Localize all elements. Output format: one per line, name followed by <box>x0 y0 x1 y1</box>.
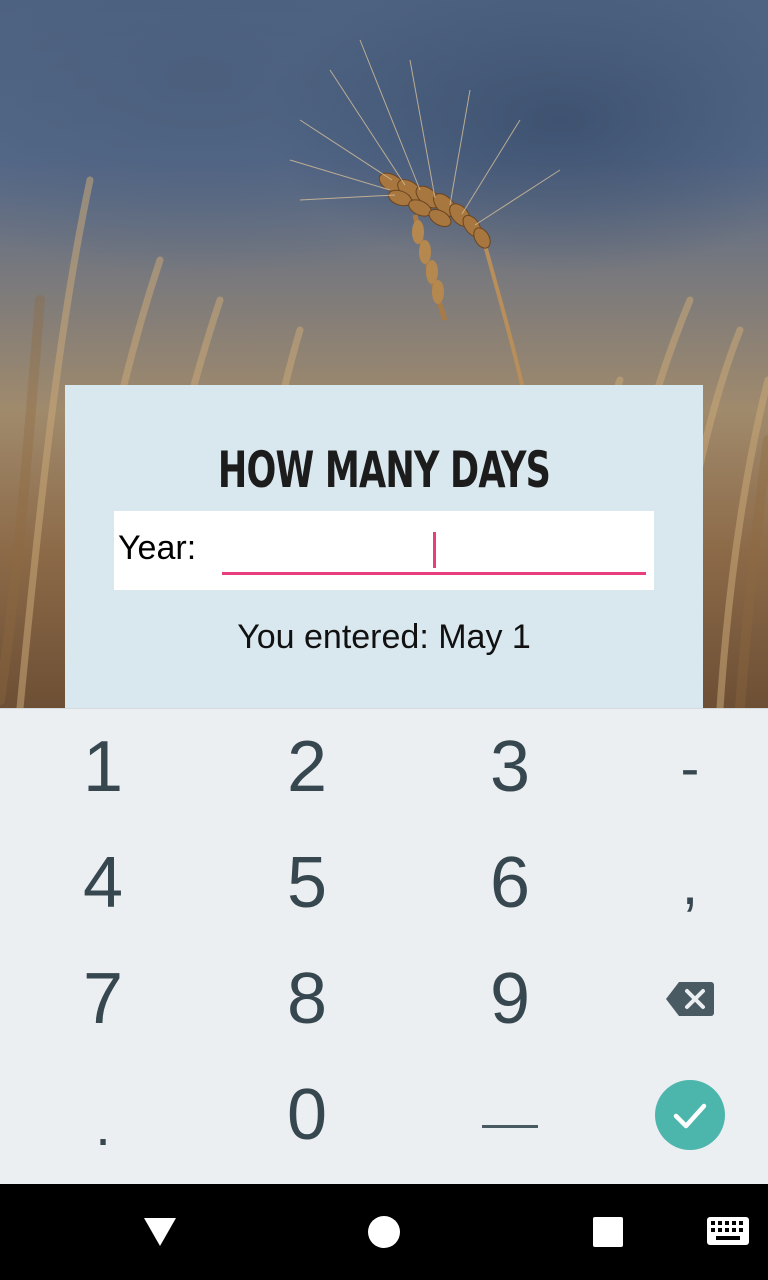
key-3-label: 3 <box>489 727 531 807</box>
space-bar-icon <box>482 1125 538 1128</box>
key-6[interactable]: 6 <box>425 825 595 941</box>
key-4[interactable]: 4 <box>18 825 188 941</box>
keyboard-icon[interactable] <box>706 1215 750 1249</box>
recents-icon[interactable] <box>588 1212 628 1252</box>
key-minus-label: - <box>680 735 700 799</box>
key-1[interactable]: 1 <box>18 709 188 825</box>
space-key[interactable] <box>425 1057 595 1173</box>
system-navigation-bar <box>0 1184 768 1280</box>
key-8[interactable]: 8 <box>222 941 392 1057</box>
key-comma[interactable]: , <box>605 825 768 941</box>
key-8-label: 8 <box>286 959 328 1039</box>
key-3[interactable]: 3 <box>425 709 595 825</box>
key-2-label: 2 <box>286 727 328 807</box>
key-6-label: 6 <box>489 843 531 923</box>
key-7[interactable]: 7 <box>18 941 188 1057</box>
key-5-label: 5 <box>286 843 328 923</box>
key-5[interactable]: 5 <box>222 825 392 941</box>
text-cursor <box>433 532 436 568</box>
key-2[interactable]: 2 <box>222 709 392 825</box>
key-period[interactable]: . <box>18 1057 188 1173</box>
key-4-label: 4 <box>82 843 124 923</box>
app-title: HOW MANY DAYS <box>217 441 551 499</box>
numeric-keyboard: 1 2 3 - 4 5 6 , 7 8 9 . 0 <box>0 708 768 1185</box>
key-0[interactable]: 0 <box>222 1057 392 1173</box>
key-7-label: 7 <box>82 959 124 1039</box>
backspace-icon <box>666 982 714 1016</box>
year-label: Year: <box>118 529 197 567</box>
year-input-underline <box>222 572 646 575</box>
key-9[interactable]: 9 <box>425 941 595 1057</box>
key-1-label: 1 <box>82 727 124 807</box>
back-icon[interactable] <box>140 1212 180 1252</box>
key-period-label: . <box>95 1093 111 1157</box>
backspace-key[interactable] <box>605 941 768 1057</box>
key-9-label: 9 <box>489 959 531 1039</box>
key-0-label: 0 <box>286 1075 328 1155</box>
key-comma-label: , <box>681 849 699 917</box>
done-key[interactable] <box>605 1057 768 1173</box>
checkmark-icon <box>655 1080 725 1150</box>
key-minus[interactable]: - <box>605 709 768 825</box>
entered-result-text: You entered: May 1 <box>237 618 531 656</box>
home-icon[interactable] <box>364 1212 404 1252</box>
